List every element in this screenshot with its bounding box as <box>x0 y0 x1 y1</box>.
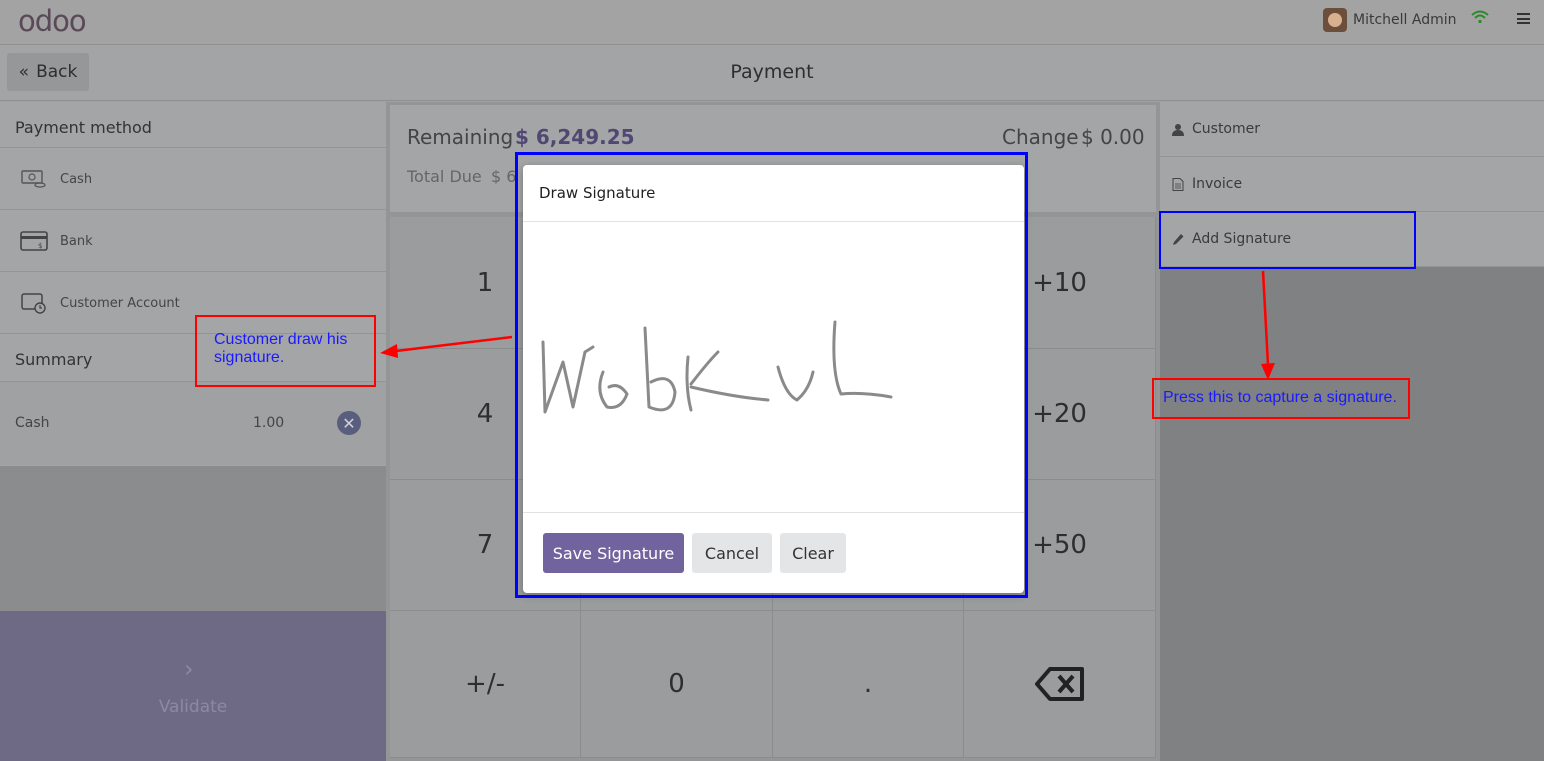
numpad-key[interactable]: . <box>773 611 964 758</box>
payment-method-label: Cash <box>60 171 93 187</box>
bank-card-icon: $ <box>20 231 48 251</box>
payment-method-label: Customer Account <box>60 295 180 311</box>
validate-button[interactable]: › Validate <box>0 611 386 761</box>
payment-method-title: Payment method <box>15 118 152 137</box>
invoice-button[interactable]: Invoice <box>1160 157 1544 212</box>
validate-label: Validate <box>158 697 228 717</box>
avatar <box>1323 8 1347 32</box>
wifi-icon <box>1471 10 1489 24</box>
remove-line-icon[interactable]: ✕ <box>337 411 361 435</box>
empty-area <box>0 466 386 612</box>
backspace-key[interactable] <box>964 611 1156 758</box>
callout-note: Customer draw his signature. <box>214 331 348 366</box>
odoo-logo: odoo <box>18 4 87 38</box>
hamburger-menu-icon[interactable] <box>1517 13 1530 24</box>
svg-text:$: $ <box>38 242 42 250</box>
backspace-icon <box>1034 667 1084 701</box>
payment-method-bank[interactable]: $ Bank <box>0 210 386 272</box>
remaining-value: $ 6,249.25 <box>515 125 635 149</box>
callout-note: Press this to capture a signature. <box>1163 389 1397 406</box>
change-label: Change <box>1002 125 1079 149</box>
add-signature-highlight-box <box>1159 211 1416 269</box>
page-title: Payment <box>730 61 814 83</box>
payment-options-panel: Customer Invoice Add Signature <box>1160 102 1544 761</box>
numpad-key[interactable]: 0 <box>581 611 773 758</box>
invoice-label: Invoice <box>1192 176 1243 192</box>
cash-icon <box>21 170 46 188</box>
dialog-highlight-box <box>515 152 1028 598</box>
change-value: $ 0.00 <box>1081 125 1145 149</box>
file-icon <box>1172 177 1184 191</box>
payment-methods-panel: Payment method Cash $ Bank Customer Acco… <box>0 102 386 761</box>
total-due-label: Total Due <box>407 167 482 186</box>
payment-line-amount: 1.00 <box>253 415 285 431</box>
payment-method-cash[interactable]: Cash <box>0 148 386 210</box>
chevron-right-icon: › <box>184 655 194 683</box>
total-due-value: $ 6 <box>491 167 517 186</box>
summary-title: Summary <box>15 350 93 369</box>
customer-label: Customer <box>1192 121 1261 137</box>
top-navbar: odoo Mitchell Admin <box>0 0 1544 45</box>
remaining-label: Remaining <box>407 125 514 149</box>
customer-button[interactable]: Customer <box>1160 102 1544 157</box>
payment-method-label: Bank <box>60 233 93 249</box>
customer-account-icon <box>21 293 46 314</box>
payment-header: « Back Payment <box>0 45 1544 101</box>
payment-line[interactable]: Cash 1.00 ✕ <box>0 381 386 465</box>
user-icon <box>1172 123 1184 136</box>
user-name: Mitchell Admin <box>1353 12 1457 28</box>
payment-line-method: Cash <box>15 415 50 431</box>
user-menu[interactable]: Mitchell Admin <box>1323 8 1457 32</box>
numpad-key[interactable]: +/- <box>390 611 581 758</box>
